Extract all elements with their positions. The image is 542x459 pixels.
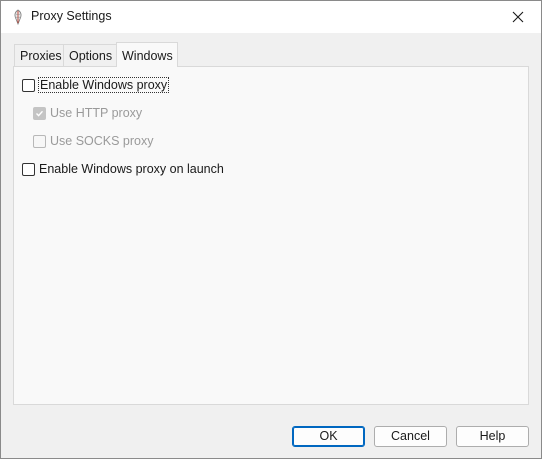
enable-windows-proxy-row[interactable]: Enable Windows proxy: [22, 76, 170, 94]
ok-button[interactable]: OK: [292, 426, 365, 447]
close-button[interactable]: [495, 1, 541, 33]
proxy-settings-dialog: Proxy Settings Proxies Options Windows E…: [0, 0, 542, 459]
tab-options[interactable]: Options: [63, 44, 117, 66]
enable-on-launch-label: Enable Windows proxy on launch: [39, 162, 224, 176]
tab-panel-windows: Enable Windows proxy Use HTTP proxy Use …: [13, 66, 529, 405]
title-bar: Proxy Settings: [1, 1, 541, 33]
tab-windows[interactable]: Windows: [116, 42, 178, 67]
enable-on-launch-checkbox[interactable]: [22, 162, 35, 176]
enable-windows-proxy-label: Enable Windows proxy: [37, 77, 170, 93]
use-socks-proxy-row[interactable]: Use SOCKS proxy: [33, 132, 154, 150]
app-icon: [11, 9, 25, 26]
enable-on-launch-row[interactable]: Enable Windows proxy on launch: [22, 160, 224, 178]
use-http-proxy-checkbox[interactable]: [33, 106, 46, 120]
use-socks-proxy-label: Use SOCKS proxy: [50, 134, 154, 148]
checkmark-icon: [36, 110, 44, 117]
close-icon: [512, 11, 524, 23]
help-button[interactable]: Help: [456, 426, 529, 447]
use-http-proxy-row[interactable]: Use HTTP proxy: [33, 104, 142, 122]
tab-proxies[interactable]: Proxies: [14, 44, 64, 66]
use-http-proxy-label: Use HTTP proxy: [50, 106, 143, 120]
enable-windows-proxy-checkbox[interactable]: [22, 78, 35, 92]
window-title: Proxy Settings: [31, 9, 112, 23]
use-socks-proxy-checkbox[interactable]: [33, 134, 46, 148]
cancel-button[interactable]: Cancel: [374, 426, 447, 447]
